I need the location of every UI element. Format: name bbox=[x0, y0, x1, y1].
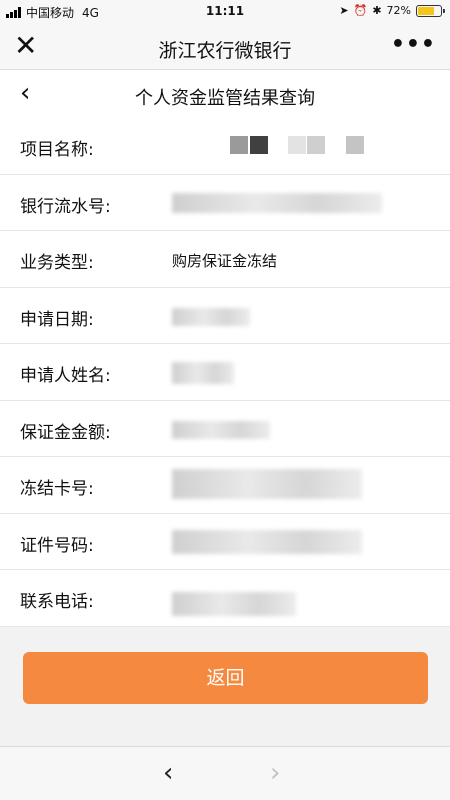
redacted-value bbox=[172, 529, 362, 554]
row-label: 证件号码: bbox=[20, 535, 94, 556]
redacted-value bbox=[172, 469, 362, 499]
row-business-type: 业务类型: 购房保证金冻结 bbox=[0, 231, 450, 288]
status-bar: 中国移动 4G 11:11 ➤ ⏰ ✱ 72% bbox=[0, 0, 450, 24]
row-frozen-card: 冻结卡号: bbox=[0, 457, 450, 514]
battery-percent: 72% bbox=[386, 4, 411, 17]
row-label: 项目名称: bbox=[20, 140, 94, 160]
row-applicant-name: 申请人姓名: bbox=[0, 344, 450, 401]
bluetooth-icon: ✱ bbox=[372, 4, 382, 17]
row-label: 银行流水号: bbox=[20, 196, 111, 217]
redacted-value bbox=[288, 136, 306, 154]
chevron-right-icon: › bbox=[270, 758, 281, 788]
status-right: ➤ ⏰ ✱ 72% bbox=[334, 4, 445, 17]
row-label: 联系电话: bbox=[20, 592, 94, 612]
redacted-value bbox=[172, 420, 270, 439]
row-phone: 联系电话: bbox=[0, 570, 450, 627]
row-label: 申请日期: bbox=[20, 309, 94, 330]
row-value: 购房保证金冻结 bbox=[172, 252, 278, 270]
page-title: 个人资金监管结果查询 bbox=[135, 88, 315, 109]
redacted-value bbox=[172, 592, 296, 616]
row-project-name: 项目名称: bbox=[0, 118, 450, 175]
redacted-value bbox=[346, 136, 364, 154]
redacted-value bbox=[172, 192, 382, 213]
alarm-icon: ⏰ bbox=[353, 4, 368, 17]
browser-toolbar: ‹ › bbox=[0, 746, 450, 800]
wechat-navbar: ✕ 浙江农行微银行 ••• bbox=[0, 24, 450, 70]
redacted-value bbox=[230, 136, 248, 154]
info-list: 项目名称: 银行流水号: 业务类型: 购房保证金冻结 申请日期: 申请人姓名: … bbox=[0, 118, 450, 627]
redacted-value bbox=[250, 136, 268, 154]
location-icon: ➤ bbox=[339, 4, 349, 17]
row-label: 冻结卡号: bbox=[20, 479, 94, 499]
more-icon[interactable]: ••• bbox=[391, 34, 436, 56]
redacted-value bbox=[172, 362, 234, 384]
row-label: 业务类型: bbox=[20, 253, 94, 273]
return-button[interactable]: 返回 bbox=[23, 652, 428, 704]
row-apply-date: 申请日期: bbox=[0, 288, 450, 344]
row-label: 申请人姓名: bbox=[20, 366, 111, 386]
redacted-value bbox=[307, 136, 325, 154]
row-id-number: 证件号码: bbox=[0, 514, 450, 570]
navbar-title: 浙江农行微银行 bbox=[158, 40, 292, 62]
page-header: ‹ 个人资金监管结果查询 bbox=[0, 70, 450, 118]
row-label: 保证金金额: bbox=[20, 422, 111, 443]
battery-icon bbox=[416, 4, 445, 17]
row-deposit-amount: 保证金金额: bbox=[0, 401, 450, 457]
chevron-left-icon[interactable]: ‹ bbox=[163, 759, 173, 787]
redacted-value bbox=[172, 307, 250, 326]
row-serial-number: 银行流水号: bbox=[0, 175, 450, 231]
